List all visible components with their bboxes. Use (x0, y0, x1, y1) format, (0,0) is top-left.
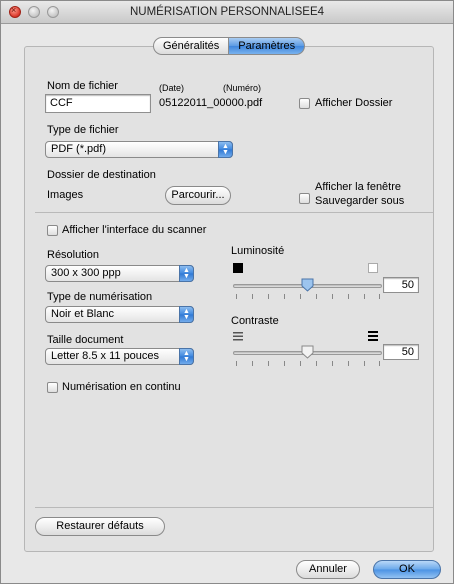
white-square-icon (368, 263, 378, 273)
destination-folder-value: Images (47, 189, 84, 201)
popup-arrows-icon: ▲ ▼ (218, 141, 233, 158)
browse-button[interactable]: Parcourir... (165, 186, 231, 205)
save-as-window-checkbox[interactable] (299, 193, 310, 204)
brightness-value-field[interactable]: 50 (383, 277, 419, 293)
file-name-suffix: 05122011_00000.pdf (159, 97, 263, 109)
contrast-value-field[interactable]: 50 (383, 344, 419, 360)
restore-defaults-button[interactable]: Restaurer défauts (35, 517, 165, 536)
tab-settings[interactable]: Paramètres (229, 37, 306, 55)
tab-bar: Généralités Paramètres (153, 37, 306, 55)
brightness-label: Luminosité (231, 245, 285, 257)
save-as-window-label-line1: Afficher la fenêtre (315, 181, 402, 193)
high-contrast-icon (368, 331, 378, 341)
contrast-thumb[interactable] (301, 345, 314, 359)
tab-general[interactable]: Généralités (153, 37, 230, 55)
bottom-divider (35, 507, 433, 508)
scan-type-value: Noir et Blanc (51, 308, 114, 320)
file-type-label: Type de fichier (47, 124, 119, 136)
cancel-button[interactable]: Annuler (296, 560, 360, 579)
dialog-window: × NUMÉRISATION PERSONNALISEE4 Généralité… (0, 0, 454, 584)
file-type-select[interactable]: PDF (*.pdf) ▲ ▼ (45, 141, 233, 158)
document-size-label: Taille document (47, 334, 124, 346)
low-contrast-icon (233, 332, 243, 341)
popup-arrows-icon: ▲ ▼ (179, 348, 194, 365)
resolution-select[interactable]: 300 x 300 ppp ▲ ▼ (45, 265, 194, 282)
window-title: NUMÉRISATION PERSONNALISEE4 (129, 6, 325, 18)
resolution-value: 300 x 300 ppp (51, 267, 121, 279)
scan-type-select[interactable]: Noir et Blanc ▲ ▼ (45, 306, 194, 323)
file-name-input[interactable]: CCF (45, 94, 151, 113)
contrast-label: Contraste (231, 315, 279, 327)
number-hint: (Numéro) (223, 83, 262, 93)
destination-folder-label: Dossier de destination (47, 169, 156, 181)
document-size-value: Letter 8.5 x 11 pouces (51, 350, 160, 362)
show-folder-label: Afficher Dossier (315, 97, 393, 109)
show-folder-checkbox[interactable] (299, 98, 310, 109)
brightness-ticks (236, 294, 380, 299)
file-type-value: PDF (*.pdf) (51, 143, 107, 155)
popup-arrows-icon: ▲ ▼ (179, 265, 194, 282)
brightness-thumb[interactable] (301, 278, 314, 292)
resolution-label: Résolution (47, 249, 99, 261)
date-hint: (Date) (159, 83, 185, 93)
continuous-scan-checkbox[interactable] (47, 382, 58, 393)
section-divider (35, 212, 433, 213)
scan-type-label: Type de numérisation (47, 291, 153, 303)
save-as-window-label-line2: Sauvegarder sous (315, 195, 405, 207)
document-size-select[interactable]: Letter 8.5 x 11 pouces ▲ ▼ (45, 348, 194, 365)
contrast-ticks (236, 361, 380, 366)
show-scanner-ui-checkbox[interactable] (47, 225, 58, 236)
show-scanner-ui-label: Afficher l'interface du scanner (62, 224, 207, 236)
file-name-label: Nom de fichier (47, 80, 118, 92)
ok-button[interactable]: OK (373, 560, 441, 579)
continuous-scan-label: Numérisation en continu (62, 381, 181, 393)
black-square-icon (233, 263, 243, 273)
popup-arrows-icon: ▲ ▼ (179, 306, 194, 323)
title-bar[interactable]: × NUMÉRISATION PERSONNALISEE4 (1, 1, 453, 24)
